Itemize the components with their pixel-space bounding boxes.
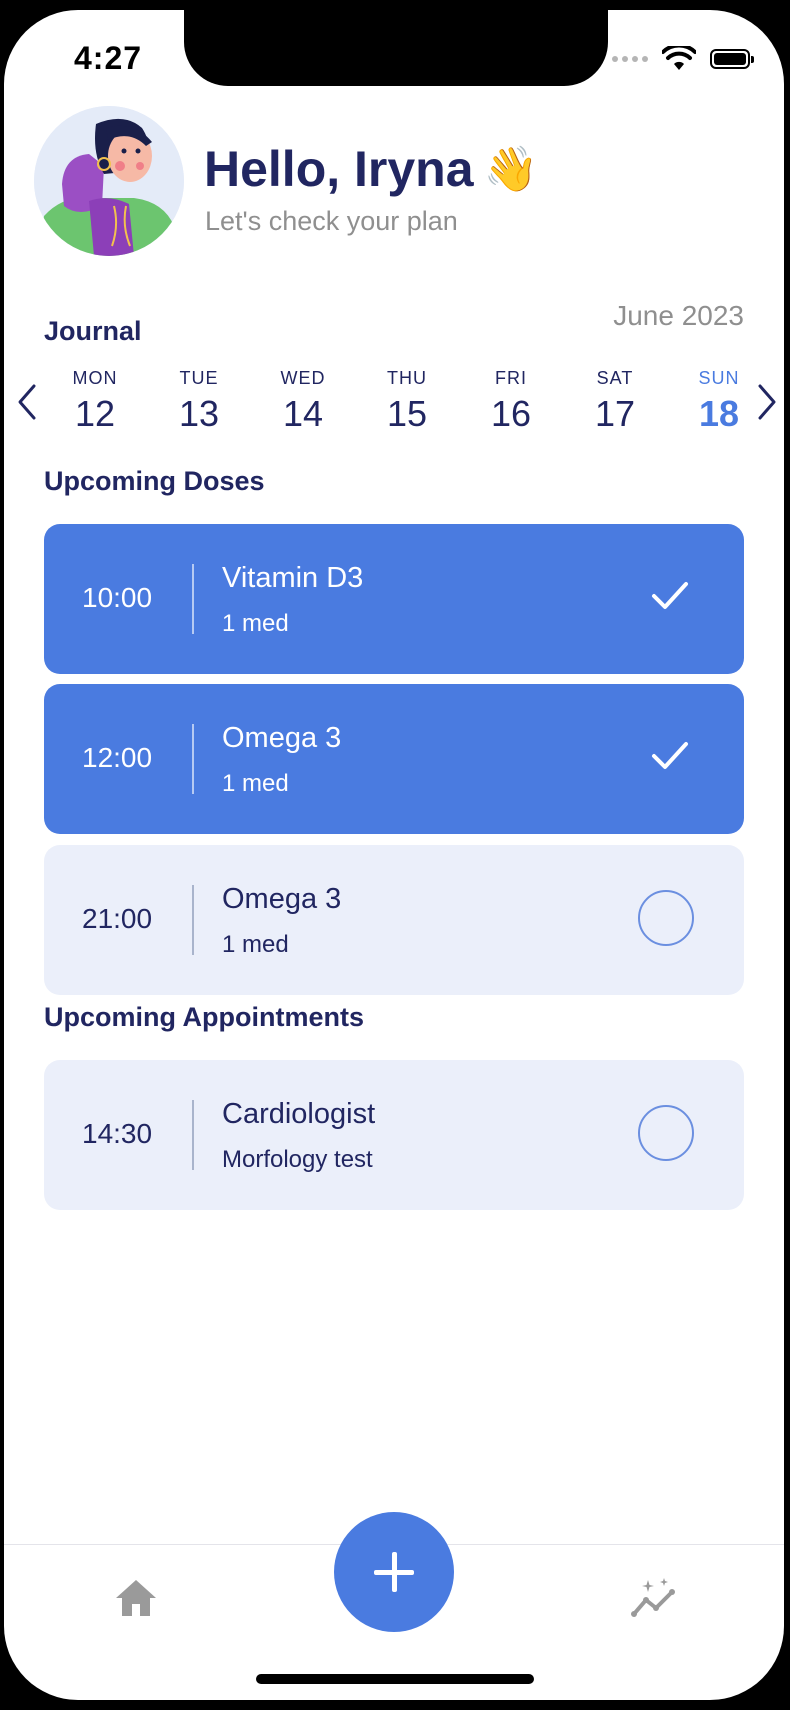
day-number: 15 xyxy=(386,393,428,434)
day-name: SUN xyxy=(698,368,740,388)
day-sun-selected[interactable]: SUN 18 xyxy=(679,368,759,435)
stats-icon[interactable] xyxy=(630,1576,680,1620)
day-name: SAT xyxy=(596,368,634,388)
app-screen: 4:27 Hello, Iryna 👋 Let's check your pla… xyxy=(4,10,784,1700)
day-sat[interactable]: SAT 17 xyxy=(575,368,655,435)
greeting-text: Hello, Iryna xyxy=(204,141,474,197)
day-name: MON xyxy=(72,368,118,388)
signal-icon xyxy=(612,56,648,62)
upcoming-doses-title: Upcoming Doses xyxy=(44,466,265,496)
day-fri[interactable]: FRI 16 xyxy=(471,368,551,435)
chevron-left-icon[interactable] xyxy=(14,382,42,422)
add-button[interactable] xyxy=(334,1512,454,1632)
dose-card[interactable]: 10:00 Vitamin D3 1 med xyxy=(44,524,744,674)
day-number: 16 xyxy=(490,393,532,434)
day-number: 14 xyxy=(282,393,324,434)
day-name: THU xyxy=(387,368,427,388)
checkmark-icon[interactable] xyxy=(648,734,692,778)
mark-done-circle[interactable] xyxy=(638,890,694,946)
card-divider xyxy=(192,885,194,955)
day-number: 17 xyxy=(594,393,636,434)
dose-time: 12:00 xyxy=(82,742,153,773)
day-thu[interactable]: THU 15 xyxy=(367,368,447,435)
day-name: FRI xyxy=(495,368,527,388)
card-divider xyxy=(192,564,194,634)
week-calendar: MON 12 TUE 13 WED 14 THU 15 FRI 16 SAT 1… xyxy=(14,368,778,440)
dose-detail: 1 med xyxy=(222,770,289,797)
dose-name: Omega 3 xyxy=(222,883,342,915)
month-label: June 2023 xyxy=(613,300,744,331)
home-indicator xyxy=(256,1674,534,1684)
home-icon[interactable] xyxy=(114,1578,158,1618)
day-number: 13 xyxy=(178,393,220,434)
user-avatar[interactable] xyxy=(34,106,184,256)
dose-time: 10:00 xyxy=(82,582,153,613)
dose-card[interactable]: 21:00 Omega 3 1 med xyxy=(44,845,744,995)
status-icons xyxy=(612,46,754,72)
greeting-subtitle: Let's check your plan xyxy=(205,206,458,236)
dose-detail: 1 med xyxy=(222,931,289,958)
day-mon[interactable]: MON 12 xyxy=(55,368,135,435)
greeting-title: Hello, Iryna 👋 xyxy=(204,140,538,198)
dose-time: 21:00 xyxy=(82,903,153,934)
checkmark-icon[interactable] xyxy=(648,574,692,618)
day-number: 18 xyxy=(698,393,740,434)
device-notch xyxy=(184,10,608,86)
card-divider xyxy=(192,1100,194,1170)
day-name: WED xyxy=(280,368,326,388)
journal-title: Journal xyxy=(44,316,142,346)
card-divider xyxy=(192,724,194,794)
dose-card[interactable]: 12:00 Omega 3 1 med xyxy=(44,684,744,834)
status-time: 4:27 xyxy=(74,40,143,76)
chevron-right-icon[interactable] xyxy=(752,382,780,422)
appointment-detail: Morfology test xyxy=(222,1146,373,1173)
day-number: 12 xyxy=(74,393,116,434)
dose-name: Omega 3 xyxy=(222,722,342,754)
appointment-time: 14:30 xyxy=(82,1118,153,1149)
upcoming-appointments-title: Upcoming Appointments xyxy=(44,1002,364,1032)
day-wed[interactable]: WED 14 xyxy=(263,368,343,435)
wifi-icon xyxy=(662,46,696,70)
mark-done-circle[interactable] xyxy=(638,1105,694,1161)
day-name: TUE xyxy=(179,368,219,388)
appointment-card[interactable]: 14:30 Cardiologist Morfology test xyxy=(44,1060,744,1210)
dose-name: Vitamin D3 xyxy=(222,562,364,594)
waving-hand-icon: 👋 xyxy=(483,145,539,194)
day-tue[interactable]: TUE 13 xyxy=(159,368,239,435)
dose-detail: 1 med xyxy=(222,610,289,637)
appointment-name: Cardiologist xyxy=(222,1098,376,1130)
battery-icon xyxy=(710,49,754,69)
